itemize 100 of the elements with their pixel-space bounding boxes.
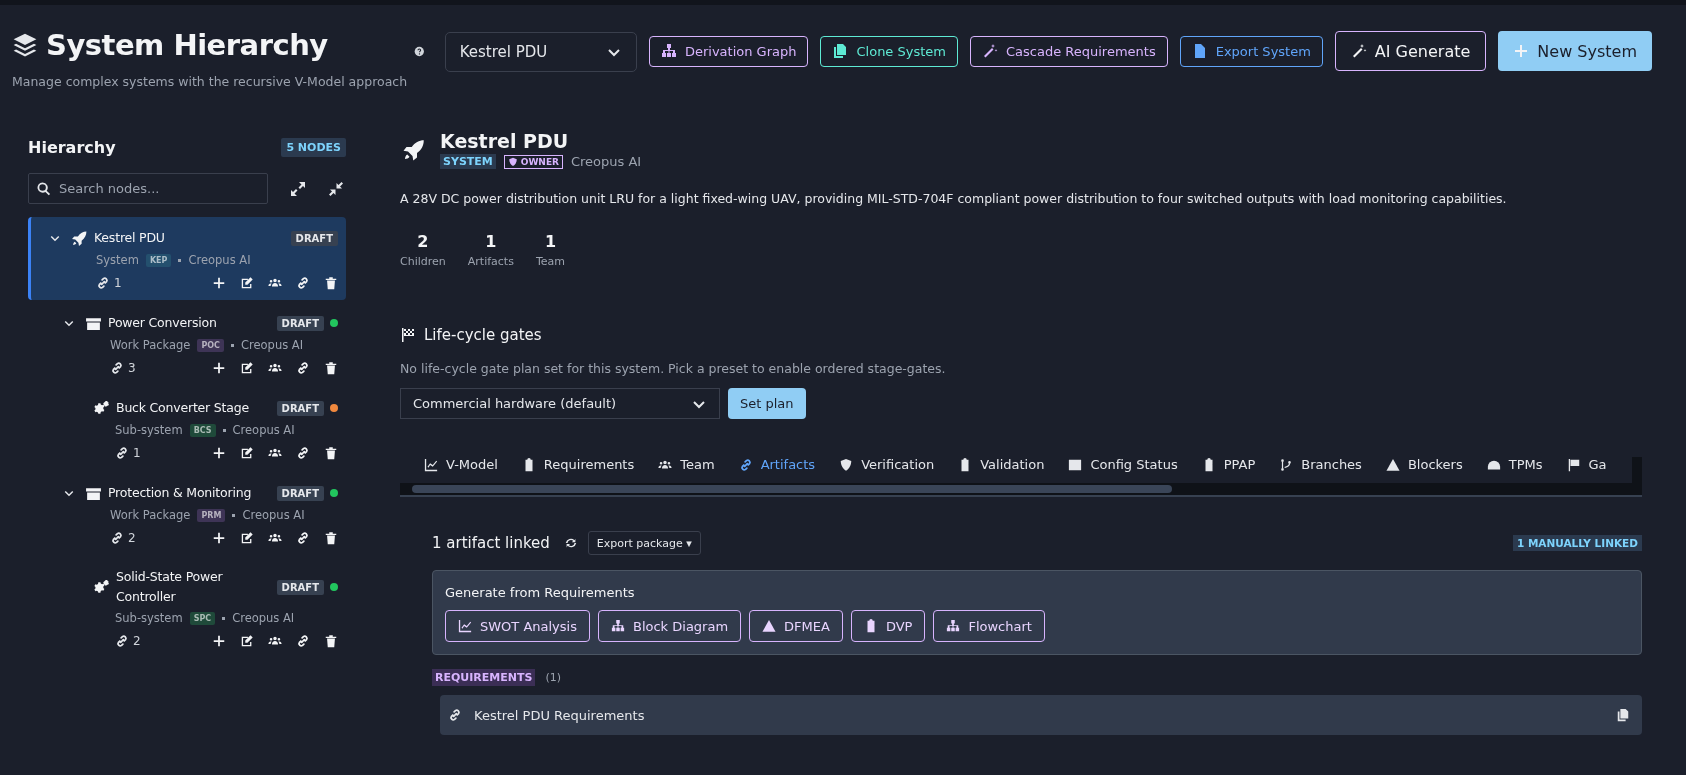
node-name: Buck Converter Stage (116, 399, 250, 417)
page-subtitle: Manage complex systems with the recursive V-Model approach (12, 74, 408, 89)
tab[interactable]: Artifacts (738, 457, 816, 472)
generate-button[interactable]: Flowchart (933, 610, 1045, 642)
generate-button[interactable]: Block Diagram (598, 610, 742, 642)
header-button[interactable]: Export System (1179, 35, 1323, 67)
add-child-button[interactable] (212, 531, 226, 545)
team-button[interactable] (268, 361, 282, 375)
header-button[interactable]: Derivation Graph (648, 35, 809, 67)
system-description: A 28V DC power distribution unit LRU for a light fixed-wing UAV, providing MIL-STD-704F compliant power distribution to four switched outputs with load monitoring capabilities. (400, 191, 1508, 206)
add-child-button[interactable] (212, 634, 226, 648)
tree-node[interactable]: Power Conversion DRAFT Work Package POC Creopus AI 3 (28, 302, 346, 385)
link-icon (738, 457, 753, 472)
node-name: Kestrel PDU (94, 229, 166, 247)
horizontal-scrollbar[interactable] (400, 483, 1642, 495)
team-button[interactable] (268, 634, 282, 648)
copy-icon (832, 43, 849, 59)
add-child-button[interactable] (212, 276, 226, 290)
search-field[interactable]: Search nodes... (28, 173, 268, 204)
node-name: Solid-State Power Controller (116, 568, 224, 606)
node-owner: Creopus AI (242, 508, 305, 522)
manual-link-badge: 1 MANUALLY LINKED (1512, 535, 1642, 551)
artifact-row[interactable]: Kestrel PDU Requirements (440, 695, 1642, 735)
stat-label: Team (535, 255, 565, 268)
node-code: KEP (145, 253, 172, 267)
team-button[interactable] (268, 276, 282, 290)
tab[interactable]: TPMs (1486, 457, 1543, 472)
tree-node[interactable]: Protection & Monitoring DRAFT Work Package PRM Creopus AI 2 (28, 472, 346, 555)
add-child-button[interactable] (212, 446, 226, 460)
edit-button[interactable] (240, 531, 254, 545)
copy-icon[interactable] (1616, 708, 1630, 722)
collapse-all-icon[interactable] (328, 180, 344, 197)
generate-button[interactable]: DVP (850, 610, 926, 642)
gears-icon (93, 578, 110, 596)
generate-button[interactable]: DFMEA (749, 610, 843, 642)
delete-button[interactable] (324, 531, 338, 545)
node-owner: Creopus AI (241, 338, 304, 352)
header-button[interactable]: Clone System (820, 35, 958, 67)
edit-button[interactable] (240, 361, 254, 375)
tab[interactable]: PPAP (1201, 457, 1256, 472)
tab[interactable]: Team (658, 457, 715, 472)
delete-button[interactable] (324, 446, 338, 460)
add-child-button[interactable] (212, 361, 226, 375)
role-badge: OWNER (503, 154, 563, 169)
tab[interactable]: Verification (839, 457, 935, 472)
tab[interactable]: Validation (958, 457, 1045, 472)
delete-button[interactable] (324, 276, 338, 290)
tab[interactable]: Ga (1566, 457, 1607, 472)
edit-button[interactable] (240, 634, 254, 648)
link-count: 1 (133, 446, 141, 460)
tab[interactable]: Config Status (1068, 457, 1178, 472)
export-package-button[interactable]: Export package ▾ (587, 531, 701, 555)
link-icon (110, 531, 124, 545)
tab[interactable]: V-Model (424, 457, 498, 472)
help-icon[interactable] (414, 44, 425, 59)
link-button[interactable] (296, 276, 310, 290)
generate-button[interactable]: SWOT Analysis (445, 610, 590, 642)
tab[interactable]: Branches (1279, 457, 1362, 472)
header-button[interactable]: Cascade Requirements (970, 35, 1168, 67)
rocket-icon (71, 229, 88, 247)
tab[interactable]: Requirements (521, 457, 635, 472)
link-count: 1 (114, 276, 122, 290)
node-code: SPC (189, 611, 216, 625)
team-button[interactable] (268, 446, 282, 460)
header-button[interactable]: New System (1498, 31, 1652, 71)
node-owner: Creopus AI (232, 423, 295, 437)
link-count: 2 (128, 531, 136, 545)
node-type: Sub-system (115, 611, 183, 625)
status-badge: DRAFT (276, 579, 324, 595)
link-button[interactable] (296, 531, 310, 545)
layers-icon (12, 32, 38, 58)
status-badge: DRAFT (290, 230, 338, 246)
preset-select[interactable]: Commercial hardware (default) (400, 388, 720, 419)
header-button[interactable]: AI Generate (1334, 31, 1487, 71)
bullet-icon (222, 428, 226, 432)
tree-node[interactable]: Kestrel PDU DRAFT System KEP Creopus AI 1 (28, 217, 346, 300)
page-title: System Hierarchy (46, 28, 328, 62)
tree-node[interactable]: Solid-State Power Controller DRAFT Sub-system SPC Creopus AI 2 (28, 557, 346, 658)
node-owner: Creopus AI (188, 253, 251, 267)
edit-button[interactable] (240, 276, 254, 290)
link-count: 3 (128, 361, 136, 375)
node-code: PRM (197, 508, 226, 522)
link-icon (96, 276, 110, 290)
bullet-icon (222, 616, 226, 620)
tree-node[interactable]: Buck Converter Stage DRAFT Sub-system BCS Creopus AI 1 (28, 387, 346, 470)
link-button[interactable] (296, 361, 310, 375)
link-button[interactable] (296, 634, 310, 648)
node-type: Sub-system (115, 423, 183, 437)
refresh-icon[interactable] (563, 536, 578, 550)
system-select[interactable]: Kestrel PDU (444, 32, 637, 72)
expand-all-icon[interactable] (290, 180, 306, 197)
link-button[interactable] (296, 446, 310, 460)
delete-button[interactable] (324, 634, 338, 648)
delete-button[interactable] (324, 361, 338, 375)
team-button[interactable] (268, 531, 282, 545)
edit-button[interactable] (240, 446, 254, 460)
plus-icon (1513, 43, 1530, 59)
set-plan-button[interactable]: Set plan (728, 388, 806, 419)
status-badge: DRAFT (276, 485, 324, 501)
tab[interactable]: Blockers (1385, 457, 1463, 472)
